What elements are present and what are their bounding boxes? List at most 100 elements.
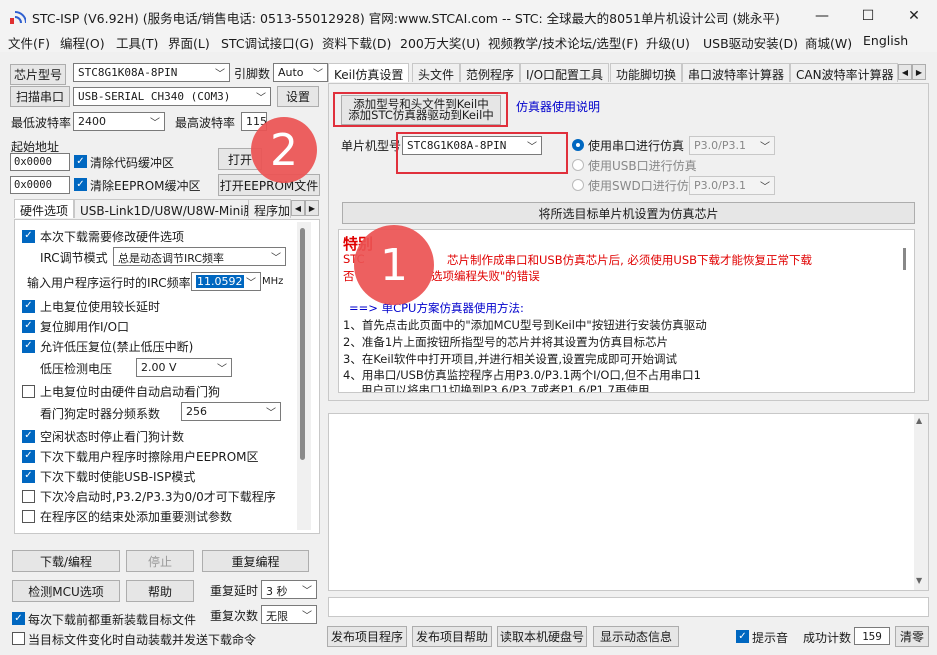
option-row: ✓ 下次下载时使能USB-ISP模式 <box>22 466 195 486</box>
tab-usb-link-offline[interactable]: USB-Link1D/U8W/U8W-Mini脱机 <box>74 199 274 218</box>
auto-watchdog-checkbox[interactable] <box>22 384 35 398</box>
notice-scroll-thumb[interactable] <box>903 248 906 270</box>
pin-count-select[interactable]: Auto ﹀ <box>273 63 328 82</box>
notice-step-5: 用户可以将串口1切换到P3.6/P3.7或者P1.6/P1.7再使用 <box>361 383 650 393</box>
clear-eeprom-buffer-checkbox[interactable]: ✓ <box>74 178 87 191</box>
tab-program-encryption[interactable]: 程序加 <box>248 199 291 218</box>
irc-mode-value: 总是动态调节IRC频率 <box>118 252 225 265</box>
menu-usb-driver[interactable]: USB驱动安装(D) <box>703 33 798 52</box>
lvd-voltage-select[interactable]: 2.00 V ﹀ <box>136 358 232 377</box>
reset-pin-as-io-checkbox[interactable]: ✓ <box>22 319 35 333</box>
chevron-down-icon: ﹀ <box>215 69 225 80</box>
tab-io-config-tool[interactable]: I/O口配置工具 <box>520 63 610 82</box>
read-disk-id-button[interactable]: 读取本机硬盘号 <box>497 626 587 647</box>
repeat-count-select[interactable]: 无限 ﹀ <box>261 605 317 624</box>
repeat-delay-select[interactable]: 3 秒 ﹀ <box>261 580 317 599</box>
option-row: ✓ 允许低压复位(禁止低压中断) <box>22 336 193 356</box>
reload-before-download-label: 每次下载前都重新装载目标文件 <box>28 613 197 627</box>
uart-emulation-pins-select[interactable]: P3.0/P3.1 ﹀ <box>689 136 775 155</box>
usb-emulation-radio[interactable] <box>572 159 584 171</box>
tab-scroll-right-icon[interactable]: ▶ <box>912 64 926 80</box>
tab-scroll-left-icon[interactable]: ◀ <box>291 200 305 216</box>
cold-start-p32-p33-checkbox[interactable] <box>22 489 35 503</box>
swd-emulation-pins-select[interactable]: P3.0/P3.1 ﹀ <box>689 176 775 195</box>
notice-red-line1-end: 芯片制作成串口和USB仿真芯片后, 必须使用USB下载才能恢复正常下载 <box>447 253 813 267</box>
options-scrollbar[interactable] <box>297 222 311 530</box>
beep-checkbox[interactable]: ✓ <box>736 630 749 643</box>
menu-english[interactable]: English <box>863 33 908 48</box>
watchdog-prescaler-label: 看门狗定时器分频系数 <box>40 407 161 421</box>
detect-mcu-options-button[interactable]: 检测MCU选项 <box>12 580 120 602</box>
menu-tools[interactable]: 工具(T) <box>116 33 158 52</box>
auto-load-send-checkbox[interactable] <box>12 632 25 645</box>
download-program-button[interactable]: 下载/编程 <box>12 550 120 572</box>
menu-shop[interactable]: 商城(W) <box>805 33 852 52</box>
watchdog-prescaler-select[interactable]: 256 ﹀ <box>181 402 281 421</box>
low-voltage-reset-checkbox[interactable]: ✓ <box>22 339 35 353</box>
scan-port-button[interactable]: 扫描串口 <box>10 86 70 107</box>
show-dynamic-info-button[interactable]: 显示动态信息 <box>593 626 679 647</box>
annotation-box-1 <box>396 132 568 174</box>
publish-project-button[interactable]: 发布项目程序 <box>327 626 407 647</box>
menu-program[interactable]: 编程(O) <box>60 33 105 52</box>
tab-uart-baud-calc[interactable]: 串口波特率计算器 <box>682 63 791 82</box>
tab-header-files[interactable]: 头文件 <box>412 63 461 82</box>
emulator-manual-link[interactable]: 仿真器使用说明 <box>516 98 600 115</box>
notice-usage-heading: ==> 单CPU方案仿真器使用方法: <box>349 301 524 315</box>
menu-upgrade[interactable]: 升级(U) <box>646 33 690 52</box>
menu-debug-interface[interactable]: STC调试接口(G) <box>221 33 314 52</box>
options-scroll-thumb[interactable] <box>300 228 305 460</box>
irc-frequency-select[interactable]: 11.0592 ﹀ <box>191 272 261 291</box>
annotation-box-2 <box>333 92 508 127</box>
tab-scroll-left-icon[interactable]: ◀ <box>898 64 912 80</box>
notice-step-1: 1、首先点击此页面中的"添加MCU型号到Keil中"按钮进行安装仿真驱动 <box>343 318 707 332</box>
uart-emulation-radio[interactable] <box>572 139 584 151</box>
irc-frequency-unit: MHz <box>262 276 284 287</box>
maximize-button[interactable]: ☐ <box>845 0 891 32</box>
min-baud-select[interactable]: 2400 ﹀ <box>73 112 165 131</box>
reload-before-download-checkbox[interactable]: ✓ <box>12 612 25 625</box>
minimize-button[interactable]: — <box>799 0 845 32</box>
scroll-down-icon[interactable]: ▼ <box>916 576 922 585</box>
modify-hardware-options-checkbox[interactable]: ✓ <box>22 229 35 243</box>
eeprom-start-address-input[interactable]: 0x0000 <box>10 176 70 194</box>
close-button[interactable]: ✕ <box>891 0 937 32</box>
success-count-label: 成功计数 <box>803 631 852 645</box>
publish-help-button[interactable]: 发布项目帮助 <box>412 626 492 647</box>
add-test-params-checkbox[interactable] <box>22 509 35 523</box>
menu-video-forum[interactable]: 视频教学/技术论坛/选型(F) <box>488 33 638 52</box>
swd-emulation-radio[interactable] <box>572 179 584 191</box>
option-row: ✓ 复位脚用作I/O口 <box>22 316 129 336</box>
tab-can-baud-calc[interactable]: CAN波特率计算器 <box>790 63 898 82</box>
idle-stop-watchdog-checkbox[interactable]: ✓ <box>22 429 35 443</box>
option-label: 允许低压复位(禁止低压中断) <box>40 339 194 354</box>
code-start-address-input[interactable]: 0x0000 <box>10 153 70 171</box>
option-row: 下次冷启动时,P3.2/P3.3为0/0才可下载程序 <box>22 486 276 506</box>
output-log-area[interactable]: ▲ ▼ <box>328 413 929 591</box>
menu-interface[interactable]: 界面(L) <box>168 33 210 52</box>
menu-award[interactable]: 200万大奖(U) <box>400 33 480 52</box>
tab-pin-switch[interactable]: 功能脚切换 <box>610 63 683 82</box>
stop-button[interactable]: 停止 <box>126 550 194 572</box>
clear-count-button[interactable]: 清零 <box>895 626 929 647</box>
option-label: 上电复位使用较长延时 <box>40 299 161 314</box>
settings-button[interactable]: 设置 <box>277 86 319 107</box>
help-button[interactable]: 帮助 <box>126 580 194 602</box>
com-port-select[interactable]: USB-SERIAL CH340 (COM3) ﹀ <box>73 87 271 106</box>
menu-file[interactable]: 文件(F) <box>8 33 50 52</box>
scroll-up-icon[interactable]: ▲ <box>916 416 922 425</box>
long-reset-delay-checkbox[interactable]: ✓ <box>22 299 35 313</box>
tab-example-programs[interactable]: 范例程序 <box>460 63 521 82</box>
menu-downloads[interactable]: 资料下载(D) <box>322 33 391 52</box>
tab-scroll-right-icon[interactable]: ▶ <box>305 200 319 216</box>
repeat-program-button[interactable]: 重复编程 <box>202 550 309 572</box>
irc-mode-select[interactable]: 总是动态调节IRC频率 ﹀ <box>113 247 286 266</box>
chip-type-select[interactable]: STC8G1K08A-8PIN ﹀ <box>73 63 230 82</box>
tab-keil-emulation[interactable]: Keil仿真设置 <box>328 63 410 82</box>
log-scrollbar[interactable]: ▲ ▼ <box>914 414 928 590</box>
set-emulation-chip-button[interactable]: 将所选目标单片机设置为仿真芯片 <box>342 202 915 224</box>
erase-eeprom-checkbox[interactable]: ✓ <box>22 449 35 463</box>
tab-hardware-options[interactable]: 硬件选项 <box>14 199 75 218</box>
clear-code-buffer-checkbox[interactable]: ✓ <box>74 155 87 168</box>
usb-isp-mode-checkbox[interactable]: ✓ <box>22 469 35 483</box>
